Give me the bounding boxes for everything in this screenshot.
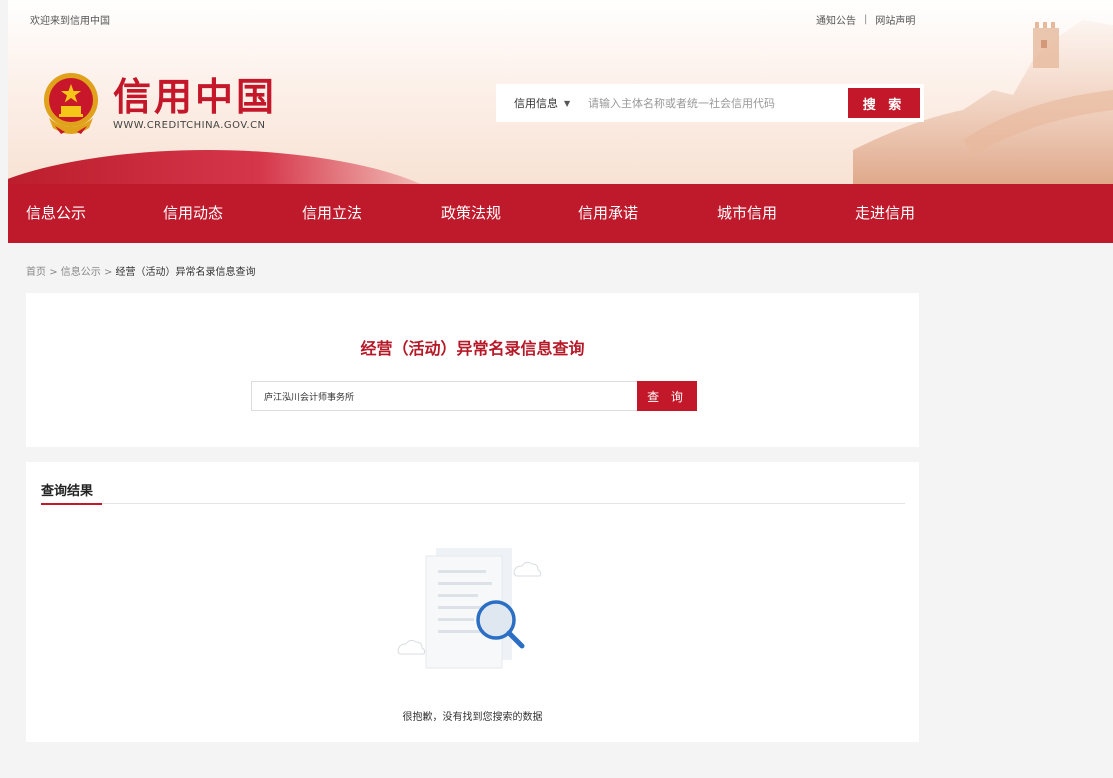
- nav-item-policy-regulation[interactable]: 政策法规: [441, 184, 501, 243]
- link-separator: |: [864, 14, 868, 25]
- nav-item-info-disclosure[interactable]: 信息公示: [26, 184, 86, 243]
- breadcrumb-home[interactable]: 首页: [26, 267, 46, 278]
- nav-item-about-credit[interactable]: 走进信用: [855, 184, 915, 243]
- query-form: 查 询: [251, 381, 697, 411]
- empty-state-message: 很抱歉，没有找到您搜索的数据: [402, 712, 543, 723]
- welcome-text: 欢迎来到信用中国: [30, 16, 110, 27]
- page-title: 经营（活动）异常名录信息查询: [360, 339, 585, 358]
- header-search-input[interactable]: [588, 96, 848, 110]
- nav-item-credit-commitment[interactable]: 信用承诺: [578, 184, 638, 243]
- header-search: 信用信息 ▼ 搜 索: [496, 84, 924, 122]
- header-search-button[interactable]: 搜 索: [848, 88, 920, 118]
- active-tab-indicator: [41, 503, 102, 505]
- logo-title: 信用中国: [113, 74, 278, 119]
- query-button[interactable]: 查 询: [637, 381, 697, 411]
- breadcrumb-separator: >: [103, 267, 113, 278]
- empty-search-illustration-icon: [397, 548, 542, 669]
- result-divider: [41, 503, 905, 504]
- statement-link[interactable]: 网站声明: [875, 12, 915, 27]
- notice-link[interactable]: 通知公告: [816, 12, 856, 27]
- nav-item-city-credit[interactable]: 城市信用: [717, 184, 777, 243]
- top-links: 通知公告 | 网站声明: [816, 12, 915, 27]
- main-nav: 信息公示 信用动态 信用立法 政策法规 信用承诺 城市信用 走进信用: [8, 184, 1113, 243]
- search-category-select[interactable]: 信用信息 ▼: [496, 95, 588, 111]
- result-card: 查询结果 很抱歉，没有找到您搜索的数据: [26, 462, 919, 742]
- dropdown-caret-icon: ▼: [564, 98, 571, 108]
- logo-text: 信用中国 WWW.CREDITCHINA.GOV.CN: [113, 76, 277, 131]
- search-category-label: 信用信息: [514, 97, 558, 110]
- site-logo[interactable]: 信用中国 WWW.CREDITCHINA.GOV.CN: [41, 70, 277, 136]
- breadcrumb: 首页 > 信息公示 > 经营（活动）异常名录信息查询: [26, 263, 256, 278]
- nav-item-credit-news[interactable]: 信用动态: [163, 184, 223, 243]
- national-emblem-icon: [44, 73, 98, 134]
- breadcrumb-separator: >: [49, 267, 58, 278]
- breadcrumb-section[interactable]: 信息公示: [61, 267, 101, 278]
- site-header: 欢迎来到信用中国 通知公告 | 网站声明 信用中国 WWW.CREDITCHIN…: [8, 0, 1113, 184]
- breadcrumb-current: 经营（活动）异常名录信息查询: [115, 267, 256, 278]
- query-card: 经营（活动）异常名录信息查询 查 询: [26, 293, 919, 447]
- logo-url: WWW.CREDITCHINA.GOV.CN: [113, 119, 266, 131]
- query-input[interactable]: [251, 381, 637, 411]
- header-red-arc-decoration: [8, 150, 468, 184]
- nav-item-credit-legislation[interactable]: 信用立法: [302, 184, 362, 243]
- tab-query-results[interactable]: 查询结果: [41, 480, 93, 499]
